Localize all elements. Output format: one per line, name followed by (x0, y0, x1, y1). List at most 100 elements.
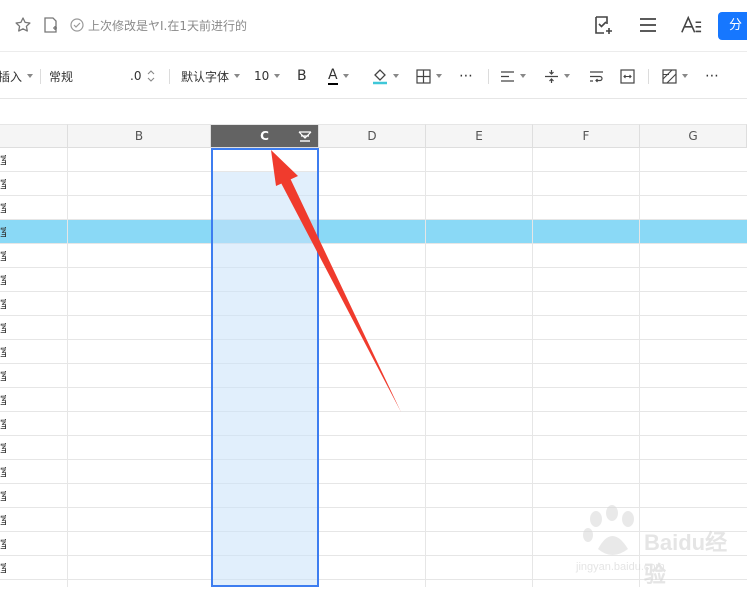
column-header-e[interactable]: E (426, 124, 533, 148)
save-status-text: 上次修改是ヤI.在1天前进行的 (88, 19, 247, 33)
table-row[interactable]: 室 (0, 460, 747, 484)
table-row[interactable]: 室 (0, 268, 747, 292)
chevron-down-icon (27, 74, 34, 78)
table-row[interactable]: 室 (0, 388, 747, 412)
star-icon[interactable] (12, 14, 34, 36)
table-row[interactable]: 室 (0, 340, 747, 364)
check-circle-icon (66, 14, 88, 36)
chevron-down-icon (342, 74, 349, 78)
table-row[interactable]: 室 (0, 364, 747, 388)
column-header-f[interactable]: F (533, 124, 640, 148)
chevron-down-icon (436, 74, 442, 78)
table-row[interactable]: 室 (0, 412, 747, 436)
menu-icon[interactable] (637, 14, 659, 36)
font-family-dropdown[interactable]: 默认字体 (181, 66, 241, 86)
font-size-dropdown[interactable]: 10 (254, 66, 281, 86)
column-header-c-label: C (260, 129, 269, 143)
fill-color-button[interactable] (372, 66, 399, 86)
row-cell-text: 室 (0, 467, 6, 479)
row-cell-text: 室 (0, 371, 6, 383)
decimal-label: .0 (130, 69, 142, 83)
row-cell-text: 室 (0, 491, 6, 503)
row-cell-text: 室 (0, 347, 6, 359)
font-color-label: A (328, 66, 338, 85)
text-style-icon[interactable] (680, 14, 702, 36)
row-cell-text: 室 (0, 323, 6, 335)
column-header-d[interactable]: D (319, 124, 426, 148)
table-row[interactable]: 室 (0, 244, 747, 268)
horizontal-align-button[interactable] (500, 66, 526, 86)
column-header-g[interactable]: G (640, 124, 747, 148)
table-row[interactable]: 室 (0, 436, 747, 460)
chevron-down-icon (393, 74, 399, 78)
merge-cells-button[interactable] (620, 66, 635, 86)
number-format-dropdown[interactable]: 常规 (49, 66, 73, 86)
table-row[interactable]: 室 (0, 172, 747, 196)
gridline (425, 148, 426, 587)
column-header-a[interactable] (0, 124, 68, 148)
paint-bucket-icon (373, 68, 387, 84)
table-row[interactable]: 室 (0, 316, 747, 340)
vertical-align-button[interactable] (544, 66, 570, 86)
more-label-2: ⋯ (705, 68, 719, 84)
row-cell-text: 室 (0, 299, 6, 311)
row-cell-text: 室 (0, 275, 6, 287)
row-cell-text: 室 (0, 563, 6, 575)
selected-column-border (211, 148, 319, 587)
chevron-down-icon (274, 74, 281, 78)
stepper-arrows-icon[interactable] (147, 69, 155, 83)
divider (40, 69, 41, 84)
column-header-c[interactable]: C (211, 124, 319, 148)
chevron-down-icon (564, 74, 570, 78)
borders-button[interactable] (416, 66, 442, 86)
conditional-format-button[interactable] (662, 66, 688, 86)
column-header-b[interactable]: B (68, 124, 211, 148)
vertical-align-icon (545, 69, 558, 83)
align-left-icon (501, 70, 514, 82)
more-button[interactable]: ⋯ (459, 66, 473, 86)
borders-icon (416, 68, 431, 84)
top-bar: 上次修改是ヤI.在1天前进行的 分 (0, 0, 747, 52)
row-cell-text: 室 (0, 539, 6, 551)
more-label: ⋯ (459, 68, 473, 84)
font-color-button[interactable]: A (328, 66, 349, 86)
baidu-watermark: Baidu经验 jingyan.baidu.com (574, 505, 734, 587)
edit-check-icon[interactable] (592, 14, 614, 36)
merge-cells-icon (620, 68, 635, 84)
more-button-2[interactable]: ⋯ (705, 66, 719, 86)
table-row[interactable]: 室 (0, 292, 747, 316)
row-cell-text: 室 (0, 419, 6, 431)
row-cell-text: 室 (0, 251, 6, 263)
font-family-label: 默认字体 (181, 69, 230, 84)
share-button[interactable]: 分 (718, 12, 747, 40)
formatting-toolbar: 插入 常规 .0 默认字体 10 B A ⋯ ⋯ (0, 53, 747, 99)
watermark-brand: Baidu经验 (644, 530, 728, 587)
watermark-url: jingyan.baidu.com (576, 561, 665, 573)
insert-dropdown[interactable]: 插入 (0, 66, 34, 86)
table-row[interactable]: 室 (0, 148, 747, 172)
divider (169, 69, 170, 84)
row-cell-text: 室 (0, 395, 6, 407)
font-size-label: 10 (254, 69, 270, 83)
row-cell-text: 室 (0, 155, 6, 167)
column-menu-icon[interactable] (298, 130, 312, 143)
decimal-stepper[interactable]: .0 (130, 66, 155, 86)
wrap-text-button[interactable] (589, 66, 604, 86)
divider (648, 69, 649, 84)
conditional-format-icon (662, 68, 677, 84)
number-format-label: 常规 (49, 69, 74, 84)
divider (488, 69, 489, 84)
row-cell-text: 室 (0, 203, 6, 215)
insert-label: 插入 (0, 69, 23, 84)
table-row[interactable]: 室 (0, 196, 747, 220)
new-doc-icon[interactable] (40, 14, 62, 36)
table-row[interactable]: 室 (0, 220, 747, 244)
chevron-down-icon (234, 74, 241, 78)
bold-button[interactable]: B (297, 66, 307, 86)
row-cell-text: 室 (0, 179, 6, 191)
bold-label: B (297, 68, 307, 84)
paw-logo-icon (583, 505, 634, 555)
chevron-down-icon (682, 74, 688, 78)
row-cell-text: 室 (0, 227, 6, 239)
row-cell-text: 室 (0, 515, 6, 527)
